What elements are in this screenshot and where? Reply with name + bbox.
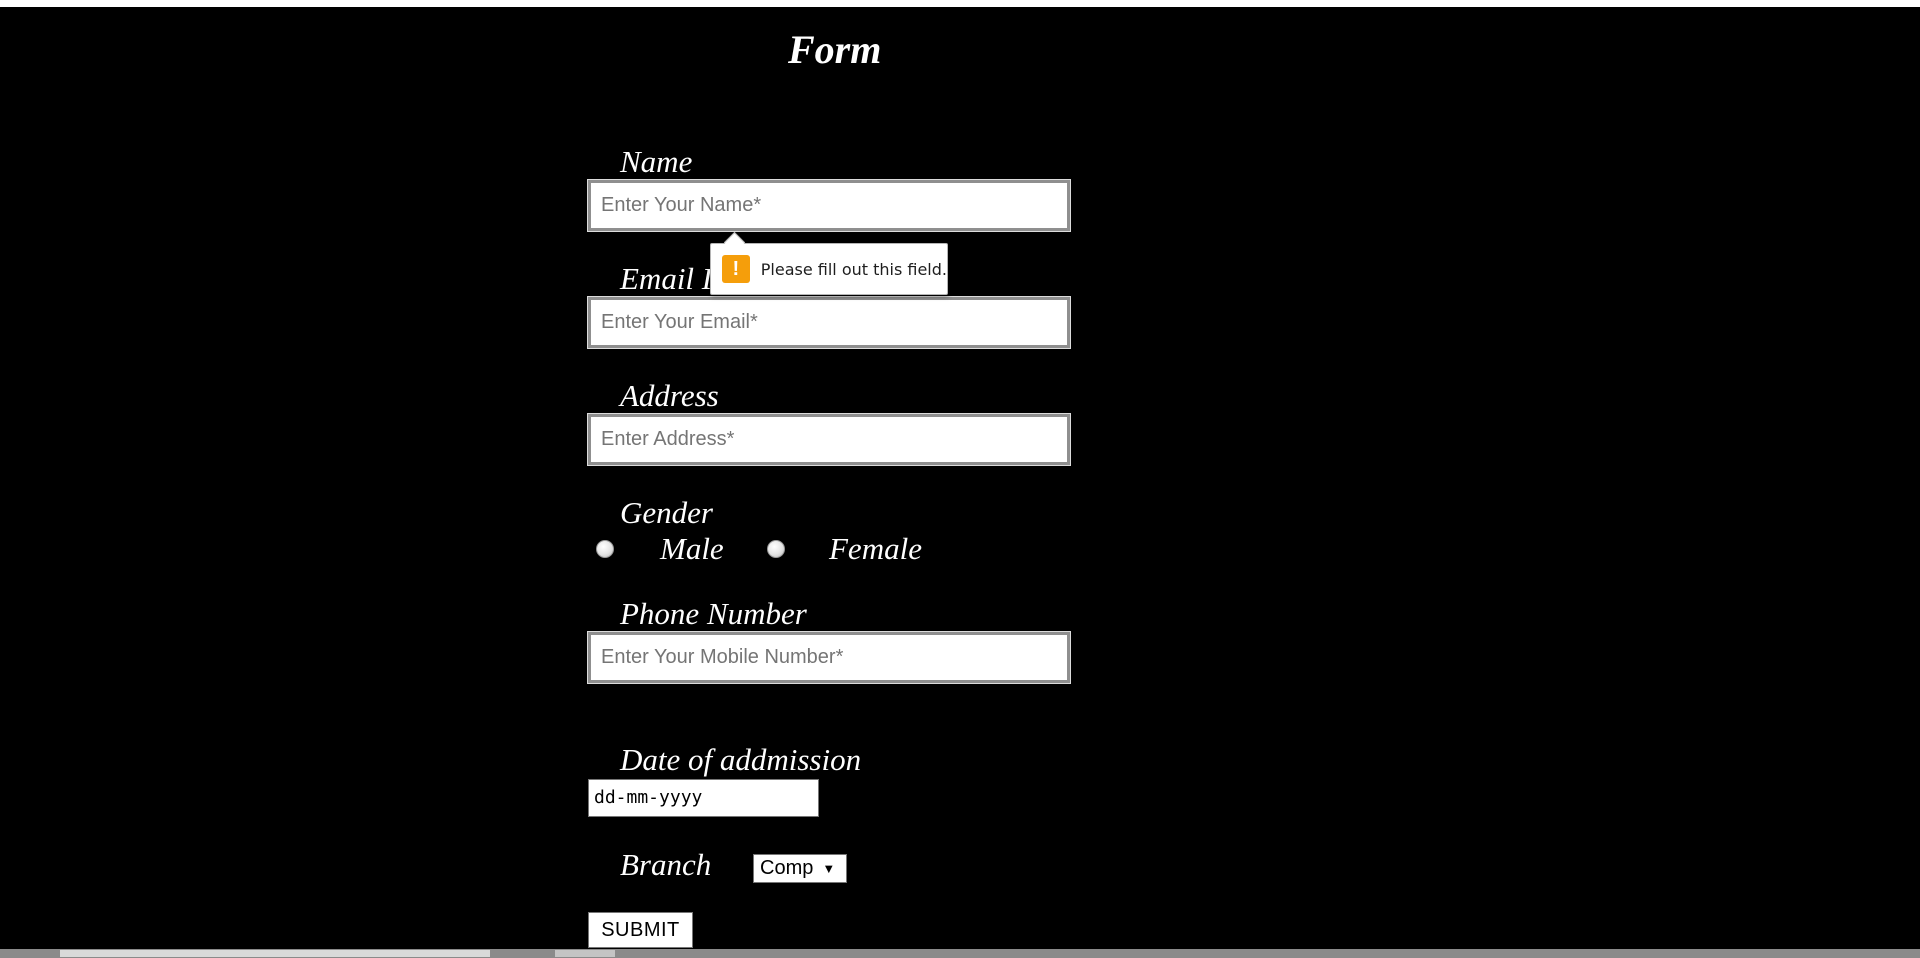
gender-female-label: Female [829, 531, 922, 566]
validation-tooltip: ! Please fill out this field. [710, 231, 948, 295]
branch-label: Branch [620, 847, 712, 882]
phone-input[interactable] [587, 631, 1071, 684]
tooltip-message: Please fill out this field. [760, 259, 947, 279]
warning-icon: ! [722, 255, 750, 283]
branch-select-value: Comp [760, 857, 814, 879]
branch-select[interactable]: Comp ▼ [753, 854, 847, 883]
dropdown-arrow-icon: ▼ [822, 861, 836, 876]
page-title: Form [788, 27, 882, 72]
scrollbar-thumb-secondary[interactable] [555, 950, 615, 957]
address-label: Address [620, 378, 719, 413]
gender-male-radio[interactable] [596, 540, 614, 558]
form-page [0, 7, 1920, 949]
email-label: Email I [620, 261, 713, 296]
horizontal-scrollbar[interactable] [0, 949, 1920, 958]
gender-female-radio[interactable] [767, 540, 785, 558]
address-input[interactable] [587, 413, 1071, 466]
name-input[interactable] [587, 179, 1071, 232]
date-input[interactable]: dd-mm-yyyy [588, 779, 819, 817]
gender-label: Gender [620, 495, 713, 530]
date-label: Date of addmission [620, 742, 862, 777]
phone-label: Phone Number [620, 596, 807, 631]
name-label: Name [620, 144, 693, 179]
email-input[interactable] [587, 296, 1071, 349]
submit-button[interactable]: SUBMIT [588, 912, 693, 948]
browser-top-edge [0, 0, 1920, 7]
gender-male-label: Male [660, 531, 724, 566]
scrollbar-thumb[interactable] [60, 950, 490, 957]
